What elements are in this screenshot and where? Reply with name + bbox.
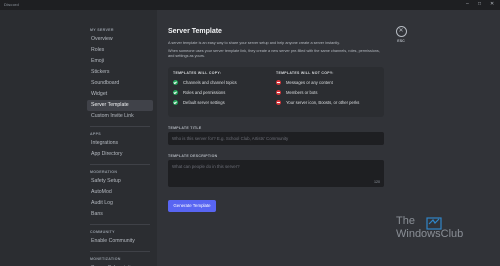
will-not-copy-heading: TEMPLATES WILL NOT COPY:: [276, 70, 334, 75]
minus-icon: [276, 90, 281, 96]
template-description-label: TEMPLATE DESCRIPTION: [168, 153, 218, 158]
title-bar: Discord – □ ✕: [0, 0, 500, 10]
minus-icon: [276, 80, 281, 86]
check-icon: [173, 90, 178, 96]
sidebar-section-heading: MONETIZATION: [90, 257, 121, 261]
sidebar-divider: [90, 164, 150, 165]
page-title: Server Template: [168, 28, 222, 35]
sidebar-item-app-directory[interactable]: App Directory: [87, 149, 153, 160]
sidebar-divider: [90, 224, 150, 225]
template-copy-info: TEMPLATES WILL COPY: Channels and channe…: [168, 66, 384, 117]
sidebar-item-custom-invite-link[interactable]: Custom Invite Link: [87, 111, 153, 122]
sidebar-item-bans[interactable]: Bans: [87, 209, 153, 220]
will-not-copy-item: Members or bots: [276, 88, 376, 98]
sidebar-divider: [90, 126, 150, 127]
sidebar-section-heading: MODERATION: [90, 170, 118, 174]
sidebar-item-server-template[interactable]: Server Template: [87, 100, 153, 111]
sidebar-section-heading: APPS: [90, 132, 101, 136]
close-icon[interactable]: ✕: [395, 26, 407, 37]
will-copy-label: Channels and channel topics: [183, 80, 237, 86]
will-not-copy-list: TEMPLATES WILL NOT COPY: Messages or any…: [276, 71, 376, 108]
sidebar-item-roles[interactable]: Roles: [87, 45, 153, 56]
will-copy-list: TEMPLATES WILL COPY: Channels and channe…: [173, 71, 273, 108]
minus-icon: [276, 100, 281, 106]
sidebar-item-soundboard[interactable]: Soundboard: [87, 78, 153, 89]
generate-template-button[interactable]: Generate Template: [168, 199, 216, 212]
app-title: Discord: [4, 2, 19, 7]
will-not-copy-item: Your server icon, Boosts, or other perks: [276, 98, 376, 108]
settings-nav: MY SERVER Overview Roles Emoji Stickers Sound…: [87, 26, 153, 266]
sidebar-section-heading: COMMUNITY: [90, 230, 115, 234]
watermark-line-2: WindowsClub: [396, 228, 464, 240]
template-title-input[interactable]: Who is this server for? E.g. School Club…: [168, 131, 384, 145]
will-not-copy-item: Messages or any content: [276, 78, 376, 88]
maximize-icon[interactable]: □: [478, 1, 481, 8]
template-intro: A server template is an easy way to shar…: [168, 41, 340, 45]
sidebar-section-heading: MY SERVER: [90, 28, 114, 32]
sidebar-item-audit-log[interactable]: Audit Log: [87, 198, 153, 209]
minimize-icon[interactable]: –: [466, 1, 469, 8]
will-copy-heading: TEMPLATES WILL COPY:: [173, 70, 222, 75]
check-icon: [173, 100, 178, 106]
watermark-line-1: The: [396, 215, 415, 227]
sidebar-item-widget[interactable]: Widget: [87, 89, 153, 100]
will-not-copy-label: Messages or any content: [286, 80, 333, 86]
template-description-input[interactable]: What can people do in this server? 120: [168, 159, 384, 187]
will-copy-item: Roles and permissions: [173, 88, 273, 98]
sidebar-item-overview[interactable]: Overview: [87, 34, 153, 45]
will-copy-item: Channels and channel topics: [173, 78, 273, 88]
template-explanation: When someone uses your server template l…: [168, 48, 380, 59]
will-copy-label: Roles and permissions: [183, 90, 226, 96]
watermark: The WindowsClub: [396, 211, 496, 251]
will-copy-label: Default server settings: [183, 100, 225, 106]
settings-sidebar: MY SERVER Overview Roles Emoji Stickers Sound…: [0, 10, 157, 266]
esc-label: ESC: [397, 39, 405, 43]
close-settings-button[interactable]: ✕ ESC: [394, 26, 408, 43]
sidebar-item-emoji[interactable]: Emoji: [87, 56, 153, 67]
close-window-icon[interactable]: ✕: [490, 1, 494, 8]
server-template-content: Server Template A server template is an …: [168, 27, 384, 212]
description-placeholder: What can people do in this server?: [172, 163, 240, 169]
template-title-label: TEMPLATE TITLE: [168, 125, 202, 130]
will-not-copy-label: Your server icon, Boosts, or other perks: [286, 100, 360, 106]
sidebar-item-safety-setup[interactable]: Safety Setup: [87, 176, 153, 187]
sidebar-item-integrations[interactable]: Integrations: [87, 138, 153, 149]
check-icon: [173, 80, 178, 86]
sidebar-item-stickers[interactable]: Stickers: [87, 67, 153, 78]
sidebar-divider: [90, 251, 150, 252]
sidebar-item-automod[interactable]: AutoMod: [87, 187, 153, 198]
will-not-copy-label: Members or bots: [286, 90, 318, 96]
sidebar-item-enable-community[interactable]: Enable Community: [87, 236, 153, 247]
character-count: 120: [374, 179, 380, 184]
will-copy-item: Default server settings: [173, 98, 273, 108]
